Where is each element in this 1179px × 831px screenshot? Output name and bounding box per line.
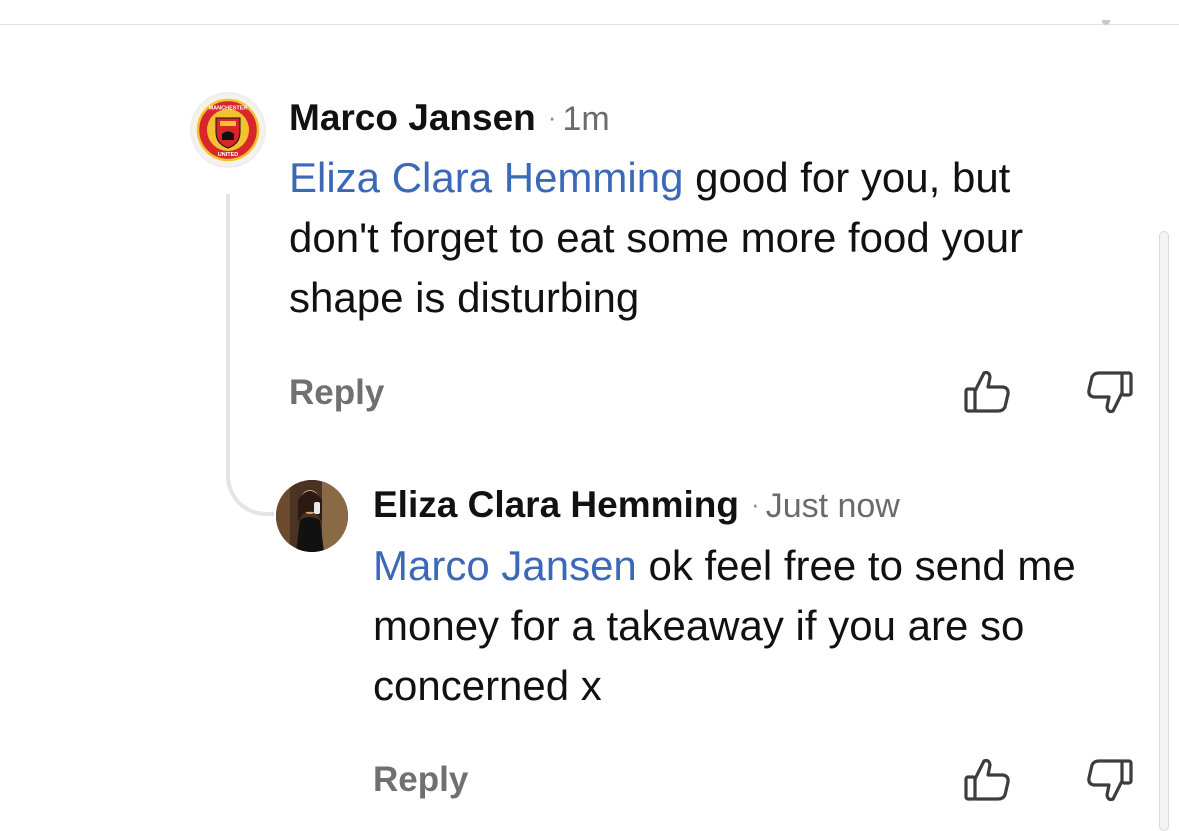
author-name[interactable]: Eliza Clara Hemming	[373, 484, 739, 525]
crest-text-bottom: UNITED	[218, 152, 239, 158]
comment-header: Eliza Clara Hemming · Just now	[373, 482, 900, 528]
meta-separator: ·	[751, 489, 760, 519]
top-divider	[0, 24, 1179, 25]
scrollbar[interactable]	[1159, 231, 1169, 831]
avatar[interactable]	[276, 480, 348, 552]
thread-connector-line	[226, 194, 274, 516]
crest-text-top: MANCHESTER	[209, 106, 248, 112]
comment-header: Marco Jansen · 1m	[289, 95, 610, 141]
avatar[interactable]: MANCHESTER UNITED	[192, 94, 264, 166]
reply-button[interactable]: Reply	[373, 760, 468, 800]
timestamp: 1m	[562, 100, 610, 138]
profile-photo-icon	[276, 480, 348, 552]
comment-text: shape is disturbing	[289, 274, 640, 321]
thumbs-up-icon	[964, 370, 1010, 413]
thumbs-up-icon	[964, 758, 1010, 801]
like-button[interactable]	[962, 754, 1014, 806]
comment-body: Eliza Clara Hemming good for you, but do…	[289, 148, 1023, 328]
like-button[interactable]	[962, 366, 1014, 418]
dislike-button[interactable]	[1083, 754, 1135, 806]
comment-text: don't forget to eat some more food your	[289, 214, 1024, 261]
comment-thread-page: MANCHESTER UNITED Marco Jansen · 1m Eliza …	[0, 0, 1179, 831]
thumbs-down-icon	[1087, 371, 1133, 414]
dislike-button[interactable]	[1083, 366, 1135, 418]
mention-link[interactable]: Marco Jansen	[373, 542, 637, 589]
reply-button[interactable]: Reply	[289, 373, 384, 413]
thumbs-down-icon	[1087, 759, 1133, 802]
meta-separator: ·	[547, 102, 557, 132]
comment-body: Marco Jansen ok feel free to send me mon…	[373, 536, 1076, 716]
author-name[interactable]: Marco Jansen	[289, 97, 536, 138]
comment-text: ok feel free to send me	[636, 542, 1076, 589]
timestamp: Just now	[765, 487, 900, 525]
manchester-united-crest-icon: MANCHESTER UNITED	[196, 98, 260, 162]
mention-link[interactable]: Eliza Clara Hemming	[289, 154, 683, 201]
comment-text: money for a takeaway if you are so	[373, 602, 1025, 649]
comment-text: good for you, but	[683, 154, 1011, 201]
comment-text: concerned x	[373, 662, 602, 709]
